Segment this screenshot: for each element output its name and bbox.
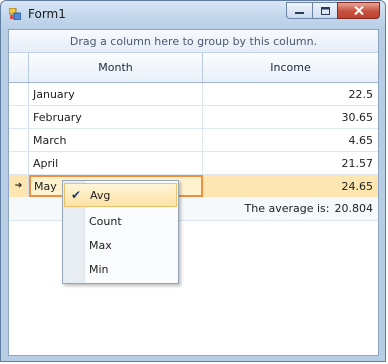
app-icon bbox=[9, 8, 21, 20]
check-icon: ✔ bbox=[70, 188, 82, 202]
column-header-row: Month Income bbox=[9, 53, 378, 83]
cell-income-text: 21.57 bbox=[341, 156, 374, 170]
cell-income[interactable]: 21.57 bbox=[203, 152, 378, 174]
column-header-income[interactable]: Income bbox=[203, 53, 378, 82]
menu-item-max[interactable]: Max bbox=[64, 233, 177, 257]
menu-item-count[interactable]: Count bbox=[64, 209, 177, 233]
minimize-icon bbox=[295, 11, 304, 14]
summary-context-menu: ✔ Avg Count Max Min bbox=[62, 180, 179, 284]
cell-income-text: 30.65 bbox=[341, 110, 374, 124]
cell-month-text: February bbox=[33, 110, 82, 124]
cell-month[interactable]: January bbox=[29, 83, 203, 105]
menu-item-min[interactable]: Min bbox=[64, 257, 177, 281]
maximize-button[interactable] bbox=[312, 2, 337, 19]
current-row-indicator[interactable]: ➔ bbox=[9, 175, 29, 197]
cell-month-text: May bbox=[34, 179, 57, 193]
close-icon bbox=[353, 6, 364, 15]
app-window: Form1 Drag a column here to group by thi… bbox=[0, 0, 386, 362]
cell-income-text: 4.65 bbox=[348, 133, 374, 147]
cell-month-text: April bbox=[33, 156, 59, 170]
minimize-button[interactable] bbox=[286, 2, 312, 19]
column-header-month[interactable]: Month bbox=[29, 53, 203, 82]
summary-cell-income[interactable]: The average is: 20.804 bbox=[245, 197, 373, 220]
group-panel[interactable]: Drag a column here to group by this colu… bbox=[9, 30, 378, 53]
cell-income-text: 22.5 bbox=[348, 87, 374, 101]
menu-item-avg[interactable]: ✔ Avg bbox=[64, 183, 177, 207]
table-row[interactable]: March 4.65 bbox=[9, 129, 378, 152]
cell-income-text: 24.65 bbox=[341, 179, 374, 193]
cell-month-text: January bbox=[33, 87, 75, 101]
summary-label: The average is: bbox=[244, 202, 330, 215]
cell-month-text: March bbox=[33, 133, 67, 147]
row-indicator[interactable] bbox=[9, 129, 29, 151]
row-indicator[interactable] bbox=[9, 83, 29, 105]
row-indicator[interactable] bbox=[9, 152, 29, 174]
window-controls bbox=[286, 2, 380, 20]
summary-value: 20.804 bbox=[334, 202, 374, 215]
title-bar[interactable]: Form1 bbox=[1, 1, 385, 28]
close-button[interactable] bbox=[337, 2, 380, 19]
menu-item-label: Max bbox=[89, 238, 112, 252]
column-header-income-label: Income bbox=[270, 61, 311, 74]
maximize-icon bbox=[320, 6, 330, 15]
cell-month[interactable]: February bbox=[29, 106, 203, 128]
arrow-right-icon: ➔ bbox=[14, 181, 23, 191]
cell-month[interactable]: April bbox=[29, 152, 203, 174]
column-header-month-label: Month bbox=[98, 61, 133, 74]
cell-income[interactable]: 22.5 bbox=[203, 83, 378, 105]
cell-income[interactable]: 4.65 bbox=[203, 129, 378, 151]
cell-income[interactable]: 24.65 bbox=[203, 175, 378, 197]
menu-item-label: Min bbox=[89, 262, 109, 276]
window-title: Form1 bbox=[28, 7, 66, 21]
cell-income[interactable]: 30.65 bbox=[203, 106, 378, 128]
table-row[interactable]: January 22.5 bbox=[9, 83, 378, 106]
cell-month[interactable]: March bbox=[29, 129, 203, 151]
menu-item-label: Avg bbox=[90, 188, 111, 202]
table-row[interactable]: April 21.57 bbox=[9, 152, 378, 175]
table-row[interactable]: February 30.65 bbox=[9, 106, 378, 129]
menu-item-label: Count bbox=[89, 214, 122, 228]
header-indicator-cell bbox=[9, 53, 29, 82]
group-panel-text: Drag a column here to group by this colu… bbox=[69, 34, 318, 48]
row-indicator[interactable] bbox=[9, 106, 29, 128]
